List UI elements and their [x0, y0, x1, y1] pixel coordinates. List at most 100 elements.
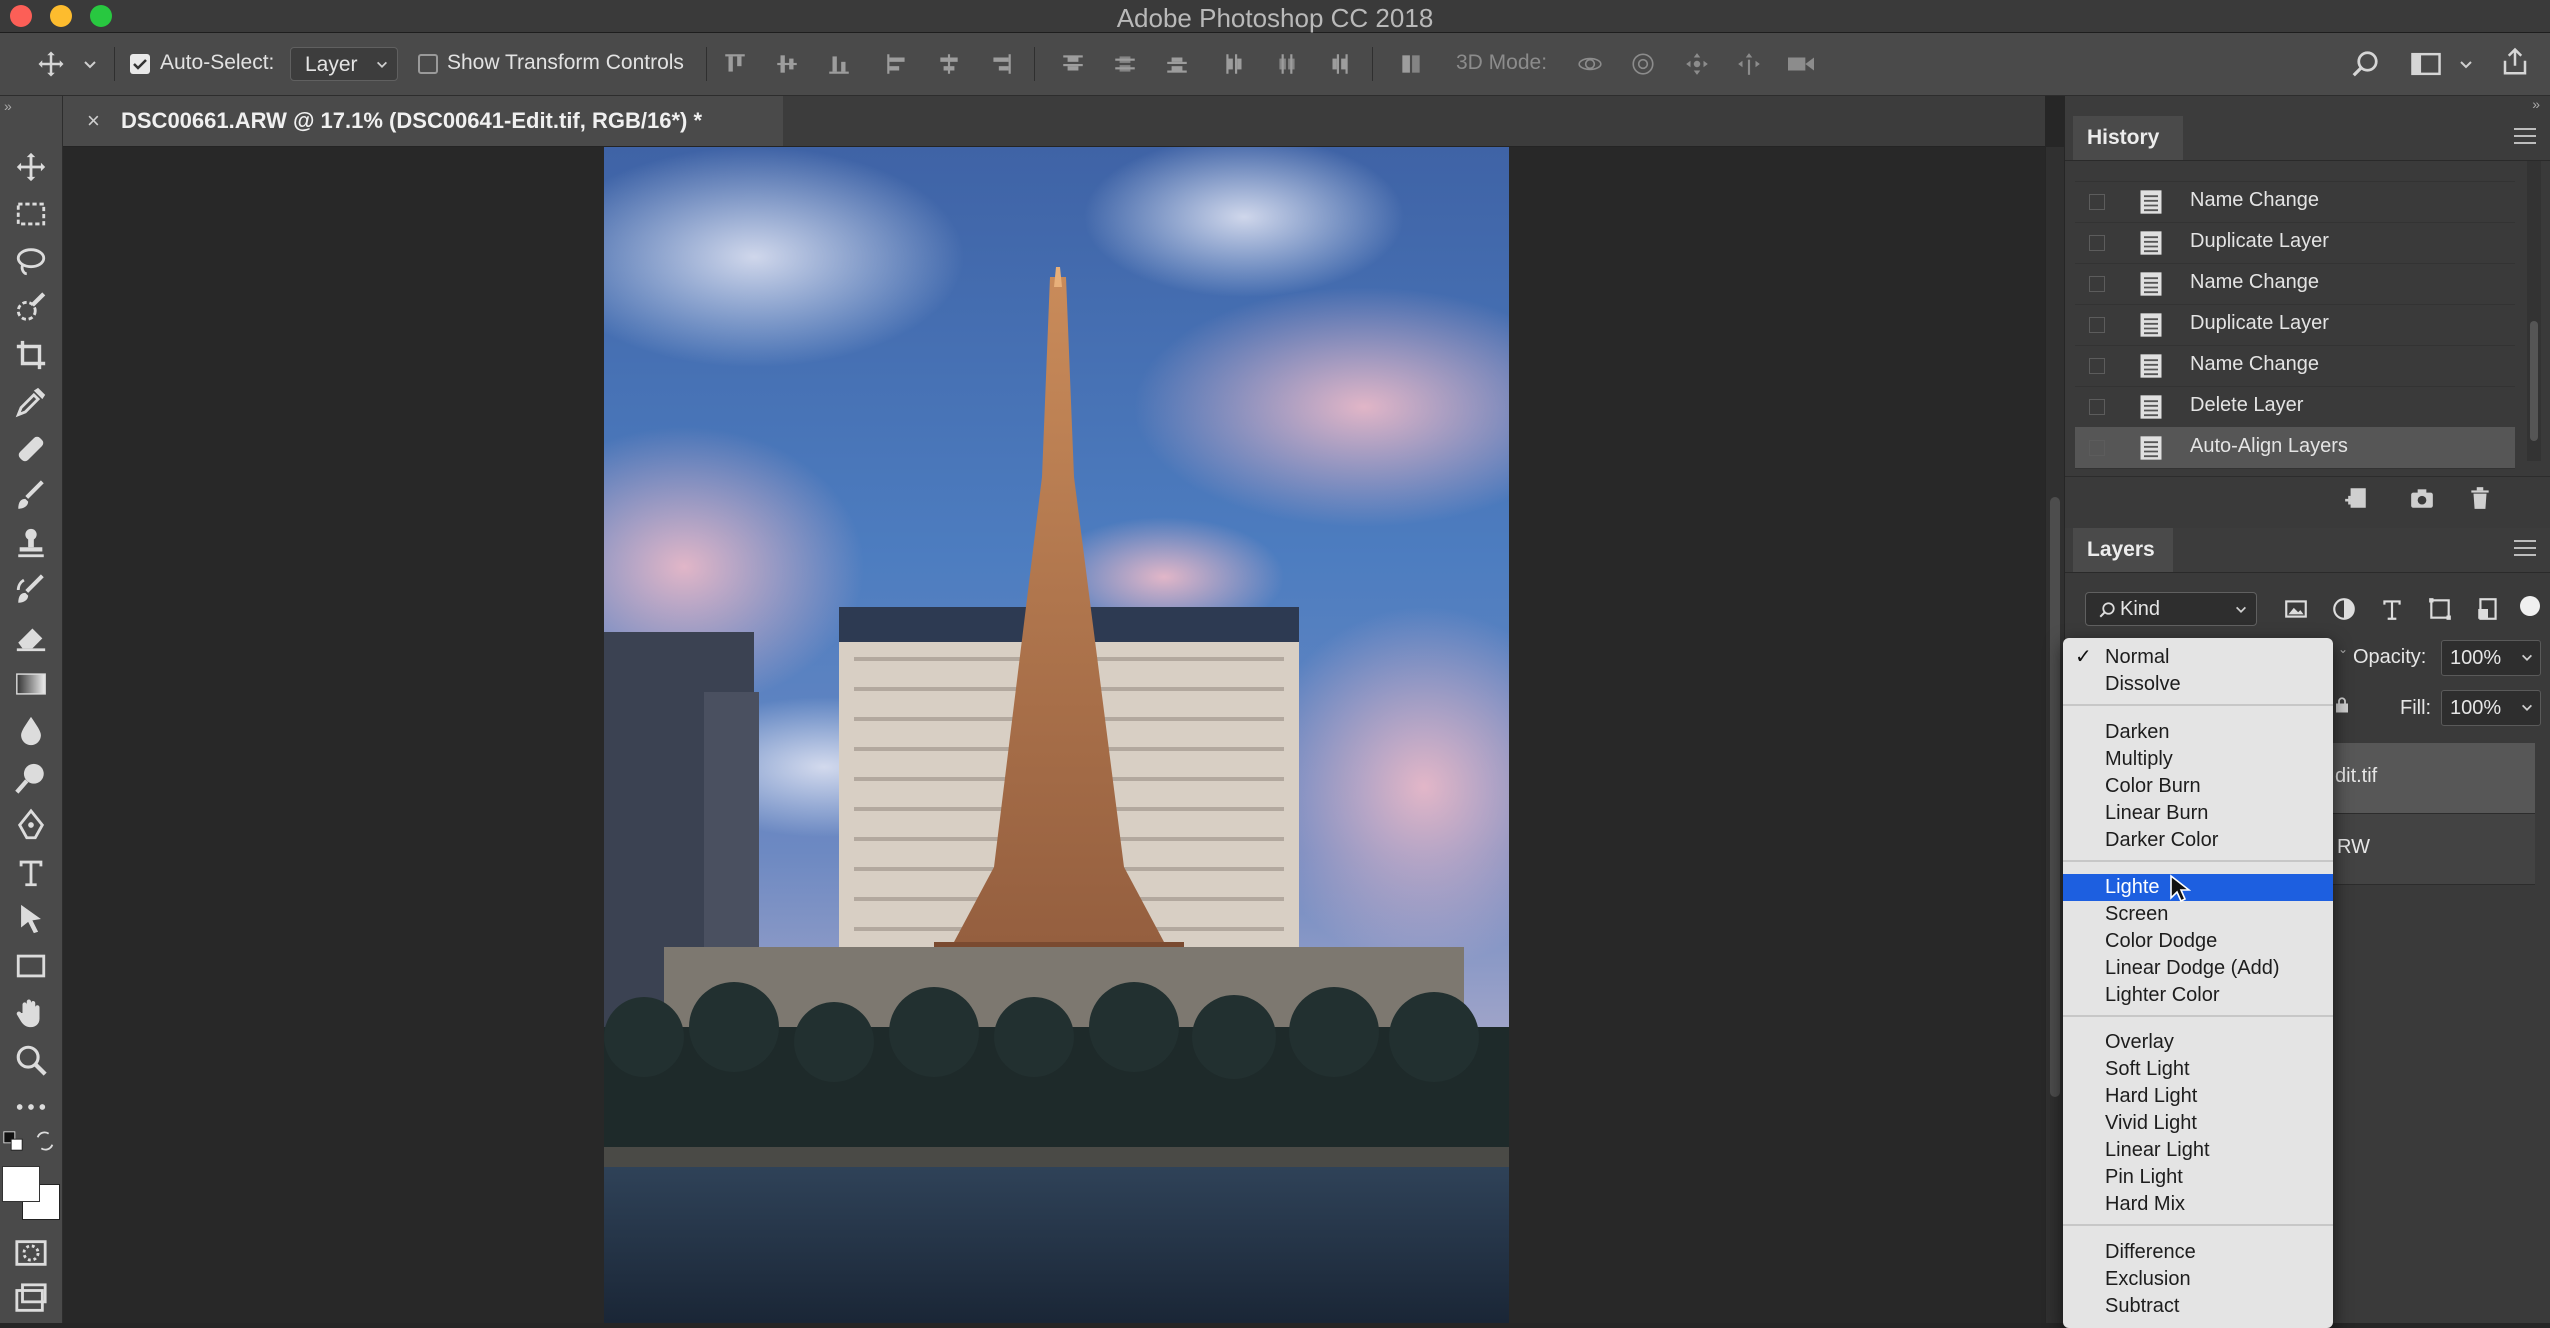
distribute-bottom-icon[interactable]	[1164, 51, 1190, 77]
blend-mode-hard-light[interactable]: Hard Light	[2063, 1083, 2333, 1110]
distribute-horizontal-centers-icon[interactable]	[1274, 51, 1300, 77]
blend-mode-exclusion[interactable]: Exclusion	[2063, 1266, 2333, 1293]
tab-history[interactable]: History	[2073, 116, 2183, 160]
blend-mode-overlay[interactable]: Overlay	[2063, 1029, 2333, 1056]
document-image[interactable]	[604, 147, 1509, 1323]
pixel-layer-filter-icon[interactable]	[2283, 596, 2309, 622]
blend-mode-soft-light[interactable]: Soft Light	[2063, 1056, 2333, 1083]
opacity-input[interactable]: 100%	[2441, 640, 2541, 676]
blend-mode-normal[interactable]: Normal	[2063, 644, 2333, 671]
history-item[interactable]: Name Change	[2075, 181, 2515, 223]
history-item[interactable]: Delete Layer	[2075, 386, 2515, 428]
layer-filter-kind-dropdown[interactable]: Kind	[2085, 592, 2257, 626]
blur-tool-icon[interactable]	[14, 714, 48, 748]
tab-layers[interactable]: Layers	[2073, 528, 2173, 572]
history-source-checkbox[interactable]	[2089, 276, 2105, 292]
blend-mode-difference[interactable]: Difference	[2063, 1239, 2333, 1266]
brush-tool-icon[interactable]	[14, 479, 48, 513]
blend-mode-lighten[interactable]: Lighte	[2063, 874, 2333, 901]
align-left-edges-icon[interactable]	[884, 51, 910, 77]
dodge-tool-icon[interactable]	[14, 761, 48, 795]
distribute-vertical-centers-icon[interactable]	[1112, 51, 1138, 77]
history-source-checkbox[interactable]	[2089, 235, 2105, 251]
blend-mode-linear-light[interactable]: Linear Light	[2063, 1137, 2333, 1164]
trash-icon[interactable]	[2467, 485, 2493, 511]
history-source-checkbox[interactable]	[2089, 399, 2105, 415]
3d-roll-icon[interactable]	[1628, 51, 1658, 77]
lasso-tool-icon[interactable]	[14, 244, 48, 278]
marquee-tool-icon[interactable]	[14, 197, 48, 231]
blend-mode-multiply[interactable]: Multiply	[2063, 746, 2333, 773]
screen-mode-icon[interactable]	[14, 1282, 48, 1316]
history-source-checkbox[interactable]	[2089, 194, 2105, 210]
blend-mode-color-burn[interactable]: Color Burn	[2063, 773, 2333, 800]
distribute-right-icon[interactable]	[1326, 51, 1352, 77]
history-item[interactable]: Name Change	[2075, 345, 2515, 387]
blend-mode-lighter-color[interactable]: Lighter Color	[2063, 982, 2333, 1009]
document-tab[interactable]: × DSC00661.ARW @ 17.1% (DSC00641-Edit.ti…	[63, 96, 783, 146]
type-layer-filter-icon[interactable]	[2379, 596, 2405, 622]
eyedropper-tool-icon[interactable]	[14, 385, 48, 419]
blend-mode-dissolve[interactable]: Dissolve	[2063, 671, 2333, 698]
blend-mode-color-dodge[interactable]: Color Dodge	[2063, 928, 2333, 955]
align-right-edges-icon[interactable]	[988, 51, 1014, 77]
history-item[interactable]: Duplicate Layer	[2075, 222, 2515, 264]
hand-tool-icon[interactable]	[14, 996, 48, 1030]
swap-colors-icon[interactable]	[34, 1130, 56, 1152]
quick-mask-icon[interactable]	[14, 1236, 48, 1270]
history-brush-tool-icon[interactable]	[14, 573, 48, 607]
type-tool-icon[interactable]	[14, 855, 48, 889]
history-source-checkbox[interactable]	[2089, 317, 2105, 333]
quick-selection-tool-icon[interactable]	[14, 291, 48, 325]
align-vertical-centers-icon[interactable]	[774, 51, 800, 77]
collapse-panel-icon[interactable]: »	[4, 98, 12, 114]
zoom-tool-icon[interactable]	[14, 1043, 48, 1077]
layers-panel-menu-icon[interactable]	[2514, 540, 2536, 558]
blend-mode-pin-light[interactable]: Pin Light	[2063, 1164, 2333, 1191]
show-transform-checkbox[interactable]	[418, 54, 438, 74]
collapse-right-panels-icon[interactable]: »	[2532, 96, 2540, 112]
search-icon[interactable]	[2350, 49, 2380, 79]
auto-select-checkbox[interactable]	[130, 54, 150, 74]
history-item[interactable]: Duplicate Layer	[2075, 304, 2515, 346]
blend-mode-darken[interactable]: Darken	[2063, 719, 2333, 746]
blend-mode-screen[interactable]: Screen	[2063, 901, 2333, 928]
history-item-current[interactable]: Auto-Align Layers	[2075, 427, 2515, 469]
clone-stamp-tool-icon[interactable]	[14, 526, 48, 560]
tool-preset-chevron-icon[interactable]	[82, 57, 98, 73]
close-document-icon[interactable]: ×	[87, 108, 100, 134]
lock-all-icon[interactable]	[2333, 696, 2351, 714]
fill-input[interactable]: 100%	[2441, 690, 2541, 726]
shape-layer-filter-icon[interactable]	[2427, 596, 2453, 622]
healing-brush-tool-icon[interactable]	[14, 432, 48, 466]
auto-select-target-dropdown[interactable]: Layer	[290, 47, 398, 81]
eraser-tool-icon[interactable]	[14, 620, 48, 654]
smart-object-filter-icon[interactable]	[2475, 596, 2501, 622]
blend-mode-hard-mix[interactable]: Hard Mix	[2063, 1191, 2333, 1218]
blend-mode-subtract[interactable]: Subtract	[2063, 1293, 2333, 1320]
pen-tool-icon[interactable]	[14, 808, 48, 842]
adjustment-layer-filter-icon[interactable]	[2331, 596, 2357, 622]
3d-orbit-icon[interactable]	[1574, 51, 1606, 77]
align-top-edges-icon[interactable]	[722, 51, 748, 77]
move-tool-icon[interactable]	[36, 49, 66, 79]
blend-mode-chevron-icon[interactable]: ⌄	[2338, 642, 2348, 656]
3d-pan-icon[interactable]	[1682, 51, 1712, 77]
align-horizontal-centers-icon[interactable]	[936, 51, 962, 77]
workspace-chevron-icon[interactable]	[2458, 57, 2474, 73]
rectangle-tool-icon[interactable]	[14, 949, 48, 983]
blend-mode-vivid-light[interactable]: Vivid Light	[2063, 1110, 2333, 1137]
gradient-tool-icon[interactable]	[14, 667, 48, 701]
3d-slide-icon[interactable]	[1734, 51, 1764, 77]
canvas-vertical-scrollbar[interactable]	[2046, 147, 2064, 1323]
distribute-left-icon[interactable]	[1222, 51, 1248, 77]
workspace-icon[interactable]	[2410, 49, 2442, 79]
more-tools-icon[interactable]	[14, 1090, 48, 1124]
path-selection-tool-icon[interactable]	[14, 902, 48, 936]
canvas-area[interactable]	[63, 147, 2045, 1323]
camera-icon[interactable]	[2409, 485, 2435, 511]
scrollbar-thumb[interactable]	[2050, 497, 2060, 1097]
filter-toggle-icon[interactable]	[2520, 596, 2540, 616]
history-source-checkbox[interactable]	[2089, 440, 2105, 456]
share-icon[interactable]	[2500, 47, 2530, 77]
